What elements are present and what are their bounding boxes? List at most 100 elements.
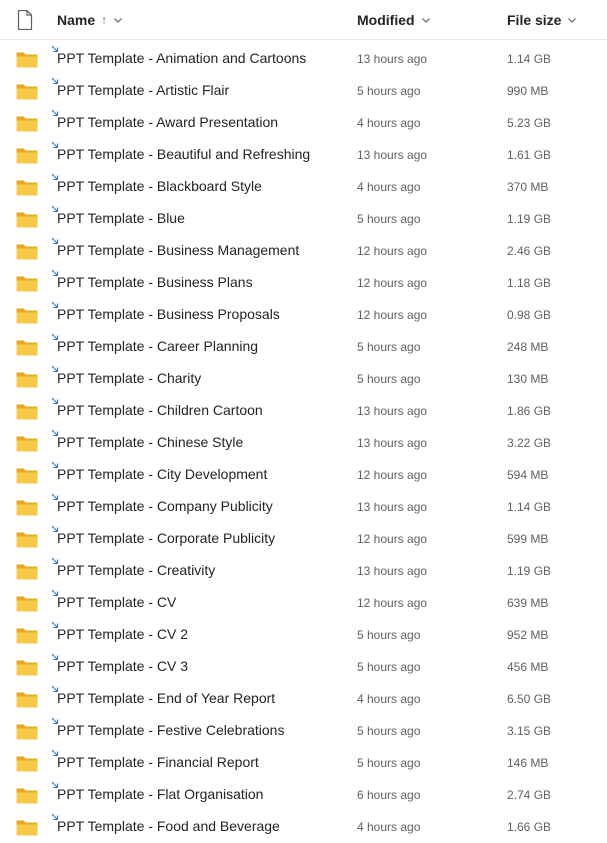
file-row[interactable]: PPT Template - Beautiful and Refreshing 1… <box>0 138 607 170</box>
folder-icon[interactable] <box>16 212 38 228</box>
modified-time: 13 hours ago <box>357 436 428 450</box>
folder-icon[interactable] <box>16 148 38 164</box>
folder-icon[interactable] <box>16 660 38 676</box>
file-size: 146 MB <box>507 756 549 770</box>
modified-time: 12 hours ago <box>357 276 428 290</box>
folder-icon[interactable] <box>16 372 38 388</box>
file-row[interactable]: PPT Template - Financial Report 5 hours a… <box>0 746 607 778</box>
file-name-link[interactable]: PPT Template - Business Plans <box>57 266 253 298</box>
file-size-column-header[interactable]: File size <box>507 0 577 40</box>
file-row[interactable]: PPT Template - Blackboard Style 4 hours a… <box>0 170 607 202</box>
file-row[interactable]: PPT Template - Business Management 12 hou… <box>0 234 607 266</box>
file-size: 2.46 GB <box>507 244 552 258</box>
file-name-link[interactable]: PPT Template - Children Cartoon <box>57 394 263 426</box>
file-row[interactable]: PPT Template - City Development 12 hours … <box>0 458 607 490</box>
modified-column-header[interactable]: Modified <box>357 0 431 40</box>
file-name-link[interactable]: PPT Template - Career Planning <box>57 330 258 362</box>
modified-time: 5 hours ago <box>357 628 421 642</box>
file-row[interactable]: PPT Template - CV 3 5 hours ago 456 MB <box>0 650 607 682</box>
file-name-link[interactable]: PPT Template - Business Management <box>57 234 299 266</box>
chevron-down-icon <box>421 18 430 23</box>
file-name-link[interactable]: PPT Template - Flat Organisation <box>57 778 263 810</box>
file-name-link[interactable]: PPT Template - Blackboard Style <box>57 170 262 202</box>
folder-icon[interactable] <box>16 436 38 452</box>
file-row[interactable]: PPT Template - CV 12 hours ago 639 MB <box>0 586 607 618</box>
folder-icon[interactable] <box>16 340 38 356</box>
modified-time: 13 hours ago <box>357 404 428 418</box>
file-row[interactable]: PPT Template - Children Cartoon 13 hours … <box>0 394 607 426</box>
chevron-down-icon <box>114 18 123 23</box>
modified-time: 5 hours ago <box>357 756 421 770</box>
name-column-header[interactable]: Name ↑ <box>57 0 123 40</box>
folder-icon[interactable] <box>16 500 38 516</box>
folder-icon[interactable] <box>16 468 38 484</box>
file-size: 1.14 GB <box>507 500 552 514</box>
file-name-link[interactable]: PPT Template - Artistic Flair <box>57 74 229 106</box>
folder-icon[interactable] <box>16 820 38 836</box>
file-row[interactable]: PPT Template - Animation and Cartoons 13 … <box>0 42 607 74</box>
file-name-link[interactable]: PPT Template - City Development <box>57 458 267 490</box>
file-row[interactable]: PPT Template - Artistic Flair 5 hours ago… <box>0 74 607 106</box>
file-name-link[interactable]: PPT Template - Beautiful and Refreshing <box>57 138 310 170</box>
folder-icon[interactable] <box>16 532 38 548</box>
file-name-link[interactable]: PPT Template - Business Proposals <box>57 298 280 330</box>
modified-column-label: Modified <box>357 12 415 28</box>
folder-icon[interactable] <box>16 84 38 100</box>
file-row[interactable]: PPT Template - Company Publicity 13 hours… <box>0 490 607 522</box>
folder-icon[interactable] <box>16 276 38 292</box>
file-row[interactable]: PPT Template - CV 2 5 hours ago 952 MB <box>0 618 607 650</box>
folder-icon[interactable] <box>16 116 38 132</box>
folder-icon[interactable] <box>16 180 38 196</box>
file-name-link[interactable]: PPT Template - CV 2 <box>57 618 188 650</box>
folder-icon[interactable] <box>16 244 38 260</box>
file-name-link[interactable]: PPT Template - CV <box>57 586 176 618</box>
file-row[interactable]: PPT Template - Corporate Publicity 12 hou… <box>0 522 607 554</box>
folder-icon[interactable] <box>16 724 38 740</box>
file-size: 1.18 GB <box>507 276 552 290</box>
file-name-link[interactable]: PPT Template - End of Year Report <box>57 682 275 714</box>
folder-icon[interactable] <box>16 564 38 580</box>
file-size: 0.98 GB <box>507 308 552 322</box>
file-row[interactable]: PPT Template - Chinese Style 13 hours ago… <box>0 426 607 458</box>
folder-icon[interactable] <box>16 596 38 612</box>
folder-icon[interactable] <box>16 404 38 420</box>
file-size: 6.50 GB <box>507 692 552 706</box>
folder-icon[interactable] <box>16 52 38 68</box>
file-size: 594 MB <box>507 468 549 482</box>
folder-icon[interactable] <box>16 692 38 708</box>
file-name-link[interactable]: PPT Template - Corporate Publicity <box>57 522 275 554</box>
file-row[interactable]: PPT Template - Charity 5 hours ago 130 MB <box>0 362 607 394</box>
file-name-link[interactable]: PPT Template - Creativity <box>57 554 215 586</box>
file-row[interactable]: PPT Template - Creativity 13 hours ago 1.1… <box>0 554 607 586</box>
folder-icon[interactable] <box>16 756 38 772</box>
modified-time: 4 hours ago <box>357 820 421 834</box>
modified-time: 12 hours ago <box>357 532 428 546</box>
modified-time: 13 hours ago <box>357 52 428 66</box>
file-name-link[interactable]: PPT Template - Award Presentation <box>57 106 278 138</box>
file-size: 2.74 GB <box>507 788 552 802</box>
file-row[interactable]: PPT Template - Career Planning 5 hours ag… <box>0 330 607 362</box>
file-size: 599 MB <box>507 532 549 546</box>
modified-time: 6 hours ago <box>357 788 421 802</box>
modified-time: 12 hours ago <box>357 596 428 610</box>
file-row[interactable]: PPT Template - Flat Organisation 6 hours … <box>0 778 607 810</box>
file-row[interactable]: PPT Template - Business Plans 12 hours ag… <box>0 266 607 298</box>
file-name-link[interactable]: PPT Template - Food and Beverage <box>57 810 280 842</box>
folder-icon[interactable] <box>16 788 38 804</box>
file-name-link[interactable]: PPT Template - Charity <box>57 362 201 394</box>
file-name-link[interactable]: PPT Template - Blue <box>57 202 185 234</box>
file-name-link[interactable]: PPT Template - Company Publicity <box>57 490 273 522</box>
file-row[interactable]: PPT Template - Festive Celebrations 5 hou… <box>0 714 607 746</box>
file-row[interactable]: PPT Template - Business Proposals 12 hour… <box>0 298 607 330</box>
file-row[interactable]: PPT Template - End of Year Report 4 hours… <box>0 682 607 714</box>
file-name-link[interactable]: PPT Template - Financial Report <box>57 746 259 778</box>
file-row[interactable]: PPT Template - Award Presentation 4 hours… <box>0 106 607 138</box>
file-row[interactable]: PPT Template - Blue 5 hours ago 1.19 GB <box>0 202 607 234</box>
file-name-link[interactable]: PPT Template - Animation and Cartoons <box>57 42 306 74</box>
file-name-link[interactable]: PPT Template - CV 3 <box>57 650 188 682</box>
file-name-link[interactable]: PPT Template - Chinese Style <box>57 426 243 458</box>
file-name-link[interactable]: PPT Template - Festive Celebrations <box>57 714 284 746</box>
file-row[interactable]: PPT Template - Food and Beverage 4 hours … <box>0 810 607 842</box>
folder-icon[interactable] <box>16 308 38 324</box>
folder-icon[interactable] <box>16 628 38 644</box>
